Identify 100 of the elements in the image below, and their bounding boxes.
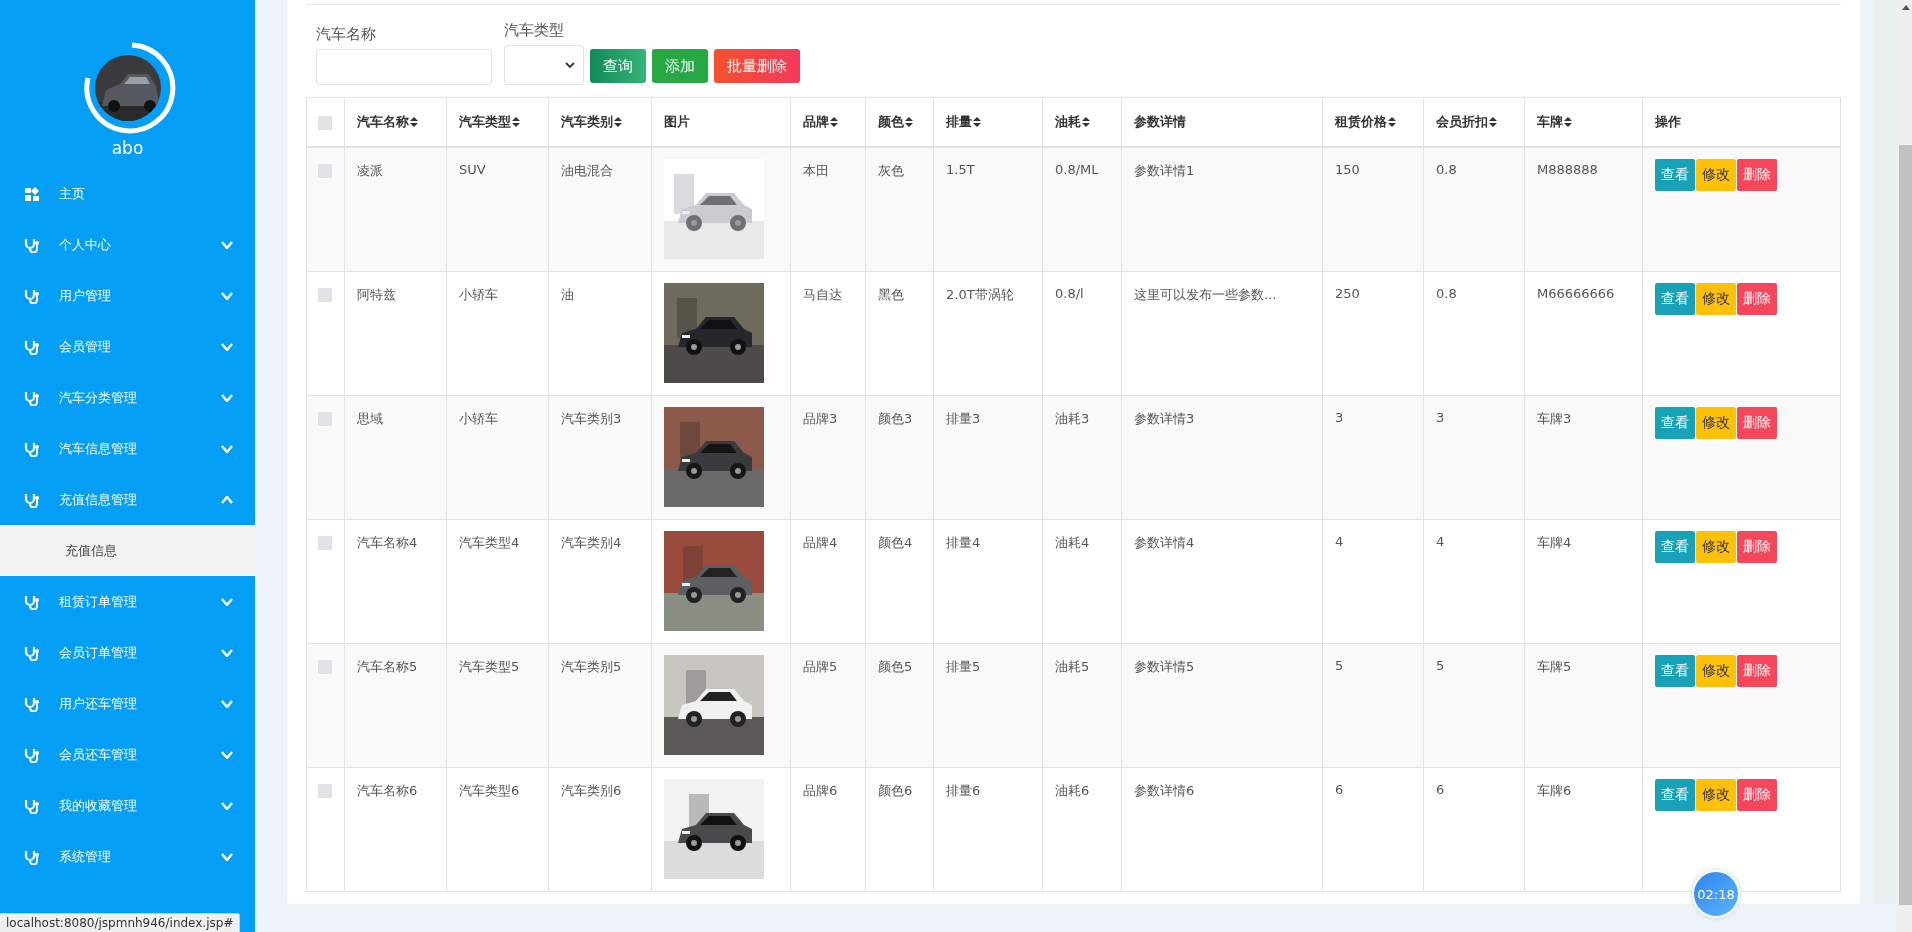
table-cell: 黑色 [865, 271, 934, 395]
stethoscope-icon [24, 848, 40, 865]
stethoscope-icon [24, 389, 40, 406]
table-cell: 车牌6 [1524, 767, 1643, 891]
table-cell: 阿特兹 [344, 271, 447, 395]
table-cell: 灰色 [865, 147, 934, 271]
table-cell: 汽车类型5 [446, 643, 549, 767]
table-cell: 品牌6 [790, 767, 866, 891]
nav-item[interactable]: 汽车信息管理 [0, 423, 255, 474]
edit-button[interactable]: 修改 [1696, 530, 1736, 563]
edit-button[interactable]: 修改 [1696, 654, 1736, 687]
nav-item[interactable]: 充值信息管理 [0, 474, 255, 525]
edit-button[interactable]: 修改 [1696, 406, 1736, 439]
scrollbar[interactable] [1896, 0, 1912, 932]
table-cell: 油电混合 [548, 147, 652, 271]
table-cell: 凌派 [344, 147, 447, 271]
view-button[interactable]: 查看 [1655, 406, 1695, 439]
table-cell: 1.5T [933, 147, 1043, 271]
delete-button[interactable]: 删除 [1737, 159, 1777, 191]
nav-item[interactable]: 系统管理 [0, 831, 255, 882]
table-cell: 车牌3 [1524, 395, 1643, 519]
query-button[interactable]: 查询 [590, 49, 646, 83]
table-cell: 2.0T带涡轮 [933, 271, 1043, 395]
text-input[interactable] [316, 49, 492, 85]
view-button[interactable]: 查看 [1655, 159, 1695, 191]
table-cell: 250 [1322, 271, 1424, 395]
view-button[interactable]: 查看 [1655, 530, 1695, 563]
field-label: 汽车名称 [316, 25, 377, 44]
table-cell: 0.8/l [1042, 271, 1122, 395]
edit-button[interactable]: 修改 [1696, 282, 1736, 315]
view-button[interactable]: 查看 [1655, 282, 1695, 315]
table-cell: 小轿车 [446, 271, 549, 395]
user-name: abo [111, 138, 144, 158]
view-button[interactable]: 查看 [1655, 654, 1695, 687]
table-cell: 汽车名称4 [344, 519, 447, 643]
edit-button[interactable]: 修改 [1696, 159, 1736, 191]
table-cell: 小轿车 [446, 395, 549, 519]
field-label: 汽车类型 [504, 21, 565, 40]
delete-button[interactable]: 删除 [1737, 406, 1777, 439]
add-button[interactable]: 添加 [652, 49, 708, 83]
checkbox[interactable] [318, 287, 332, 302]
table-cell: 参数详情6 [1121, 767, 1323, 891]
nav-subitem[interactable]: 充值信息 [0, 525, 255, 576]
stethoscope-icon [24, 593, 40, 610]
checkbox[interactable] [318, 535, 332, 550]
table-cell: 参数详情3 [1121, 395, 1323, 519]
table-cell: 排量3 [933, 395, 1043, 519]
table-cell: M888888 [1524, 147, 1643, 271]
delete-button[interactable]: 删除 [1737, 654, 1777, 687]
checkbox[interactable] [318, 164, 332, 178]
nav-item[interactable]: 汽车分类管理 [0, 372, 255, 423]
table-cell: 4 [1322, 519, 1424, 643]
table-cell: 150 [1322, 147, 1424, 271]
checkbox[interactable] [318, 116, 332, 130]
table-cell: 汽车类别4 [548, 519, 652, 643]
delete-button[interactable]: 删除 [1737, 530, 1777, 563]
nav-item[interactable]: 会员管理 [0, 321, 255, 372]
nav-item[interactable]: 主页 [0, 168, 255, 219]
checkbox[interactable] [318, 659, 332, 674]
nav-item[interactable]: 个人中心 [0, 219, 255, 270]
view-button[interactable]: 查看 [1655, 778, 1695, 811]
table-cell: 汽车名称5 [344, 643, 447, 767]
nav-item[interactable]: 会员订单管理 [0, 627, 255, 678]
checkbox[interactable] [318, 411, 332, 426]
nav-item[interactable]: 用户管理 [0, 270, 255, 321]
table-cell: 颜色5 [865, 643, 934, 767]
table-cell: 油耗6 [1042, 767, 1122, 891]
table-cell: 6 [1322, 767, 1424, 891]
delete-button[interactable]: 删除 [1737, 778, 1777, 811]
table-cell: M66666666 [1524, 271, 1643, 395]
table-cell: 品牌3 [790, 395, 866, 519]
checkbox[interactable] [318, 783, 332, 798]
delete-button[interactable]: 删除 [1737, 282, 1777, 315]
nav-item[interactable]: 租赁订单管理 [0, 576, 255, 627]
table-cell: 参数详情4 [1121, 519, 1323, 643]
nav-item[interactable]: 会员还车管理 [0, 729, 255, 780]
table-cell: 车牌5 [1524, 643, 1643, 767]
nav-item[interactable]: 用户还车管理 [0, 678, 255, 729]
table-cell: 油耗3 [1042, 395, 1122, 519]
table-cell: 汽车类型6 [446, 767, 549, 891]
table-cell: 油耗5 [1042, 643, 1122, 767]
edit-button[interactable]: 修改 [1696, 778, 1736, 811]
table-cell: 汽车类别5 [548, 643, 652, 767]
table-cell: 思域 [344, 395, 447, 519]
nav-item[interactable]: 我的收藏管理 [0, 780, 255, 831]
table-cell: 4 [1423, 519, 1525, 643]
table-cell: 颜色3 [865, 395, 934, 519]
stethoscope-icon [24, 746, 40, 763]
table-cell: 品牌5 [790, 643, 866, 767]
status-url: localhost:8080/jspmnh946/index.jsp# [0, 913, 241, 932]
table-cell: 品牌4 [790, 519, 866, 643]
scroll-up-icon [1901, 5, 1910, 10]
timer-badge[interactable]: 02:18 [1692, 870, 1740, 918]
table-cell: SUV [446, 147, 549, 271]
table-cell: 颜色4 [865, 519, 934, 643]
stethoscope-icon [24, 797, 40, 814]
select-field[interactable] [504, 45, 584, 85]
table-cell: 汽车类别3 [548, 395, 652, 519]
batch-delete-button[interactable]: 批量删除 [714, 49, 800, 83]
table-cell: 油 [548, 271, 652, 395]
